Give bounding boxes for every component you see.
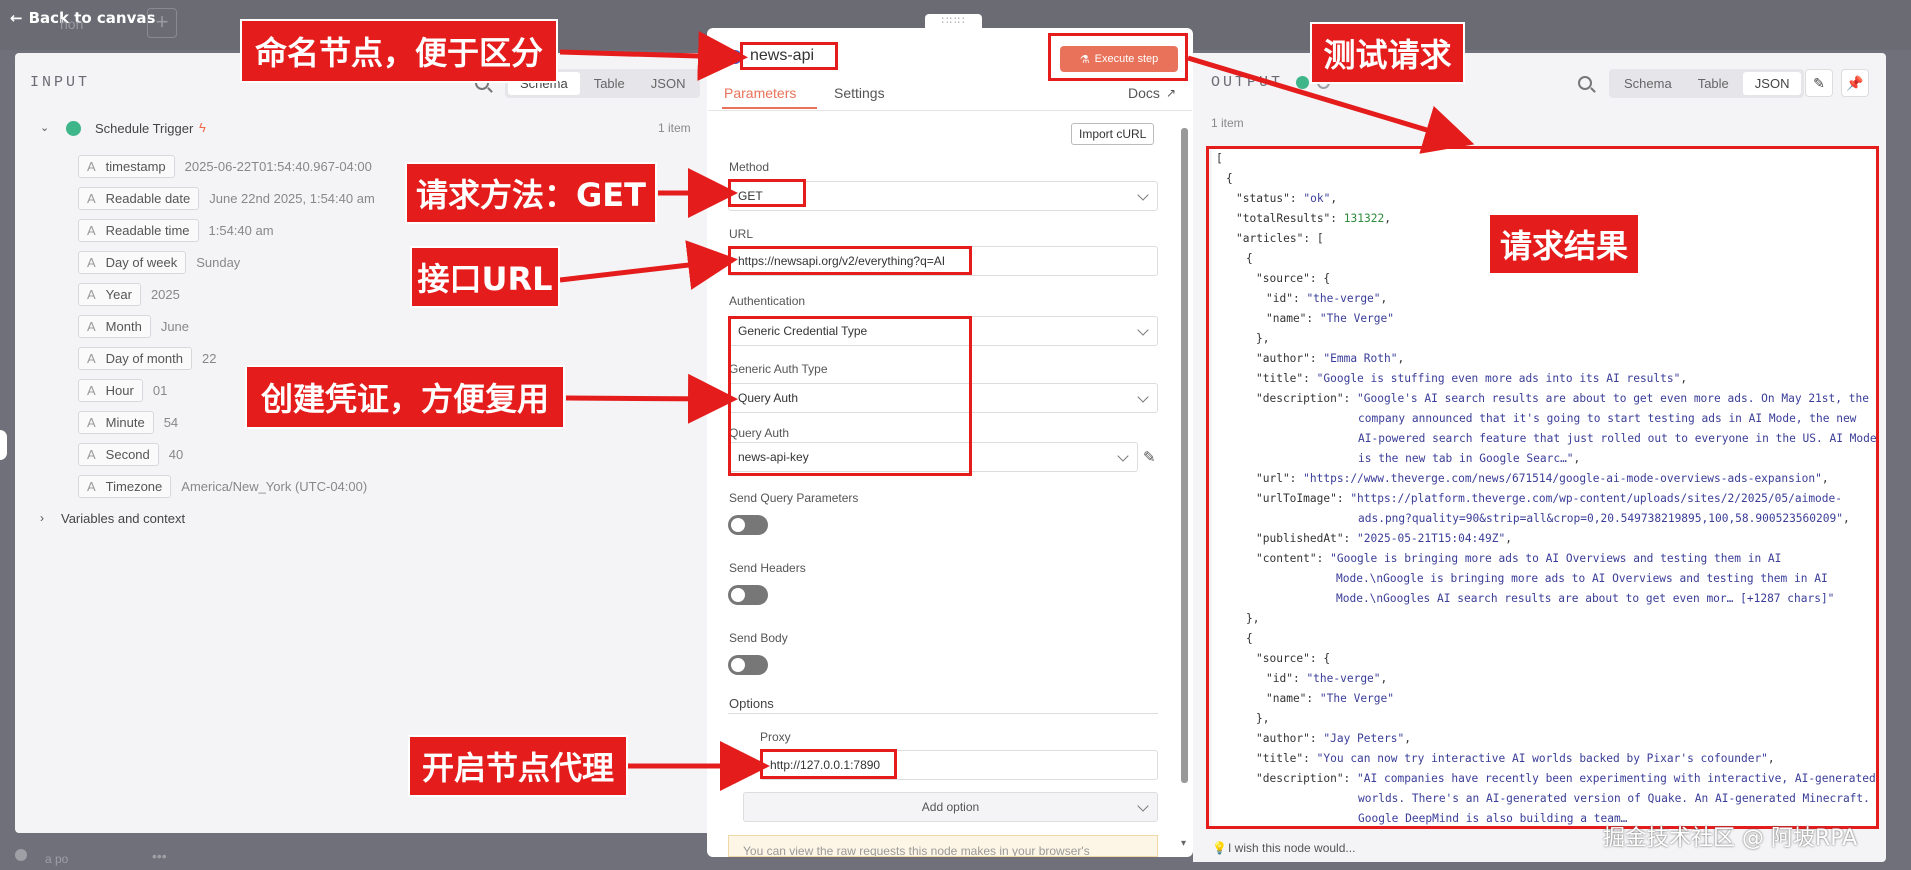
- annotation-proxy: 开启节点代理: [408, 735, 628, 797]
- annotation-credentials: 创建凭证，方便复用: [245, 365, 565, 429]
- annotation-node-name: 命名节点，便于区分: [240, 19, 558, 83]
- watermark: 掘金技术社区 @ 阿坡RPA: [1603, 826, 1858, 851]
- annotation-arrows: [559, 30, 1475, 791]
- annotation-method: 请求方法：GET: [405, 162, 657, 224]
- annotation-result: 请求结果: [1488, 213, 1640, 275]
- annotation-test-request: 测试请求: [1310, 22, 1465, 84]
- annotation-url: 接口URL: [410, 246, 560, 308]
